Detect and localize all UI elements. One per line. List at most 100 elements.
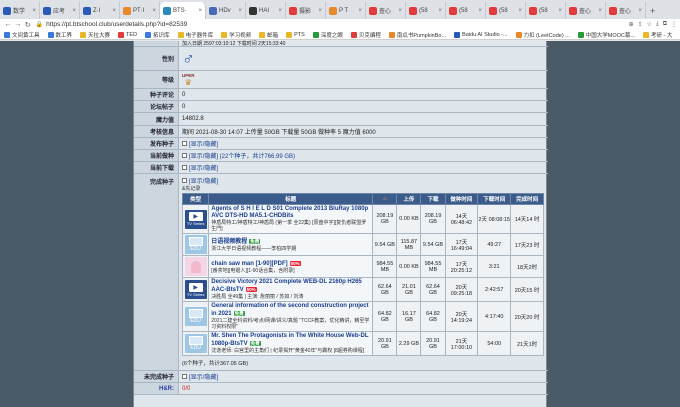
star-icon[interactable]: ☆ [647, 21, 652, 28]
column-header[interactable]: 下载时间 [477, 193, 512, 205]
tab-close-icon[interactable]: × [478, 8, 482, 14]
column-header[interactable]: 完成时间 [510, 193, 544, 205]
tab-label: HDv [219, 7, 231, 14]
bookmark-item[interactable]: 南瓜书PumpkinBo... [385, 31, 450, 39]
browser-tab[interactable]: PT·I × [120, 2, 160, 19]
unfinished-toggle-checkbox[interactable] [182, 374, 187, 379]
column-header[interactable]: ⌂ [372, 193, 398, 205]
torrent-title-link[interactable]: 日语视频教程 [211, 239, 247, 245]
extensions-icon[interactable]: ⧉ [663, 21, 667, 28]
anime-category-icon[interactable] [184, 257, 207, 276]
forward-icon[interactable]: → [13, 21, 23, 28]
bookmark-item[interactable]: 力扣 (LeetCode) ... [512, 31, 574, 39]
bookmark-item[interactable]: 天拉大赛 [76, 31, 114, 39]
browser-tab[interactable]: (58 × [406, 2, 446, 19]
seeding-toggle-link[interactable]: [显示/隐藏] (22个种子，共计766.99 GB) [189, 151, 295, 160]
bookmark-item[interactable]: 拓识库 [141, 31, 174, 39]
comments-value: 0 [182, 91, 186, 98]
bookmark-item[interactable]: 邮箱 [255, 31, 282, 39]
reload-icon[interactable]: ↻ [23, 21, 33, 29]
browser-tab[interactable]: Z·I × [80, 2, 120, 19]
unfinished-toggle-link[interactable]: [显示/隐藏] [189, 372, 218, 381]
browser-tab[interactable]: P T × [326, 2, 366, 19]
browser-tab[interactable]: 数学 × [0, 2, 40, 19]
column-header[interactable]: 类型 [181, 193, 210, 205]
cell-seed: 20天 14:19:24 [444, 301, 479, 332]
browser-tab[interactable]: 查心 × [566, 2, 606, 19]
toolbar-icons: ⊕ ⇪ ☆ ⤓ ⧉ ⋮ [629, 21, 677, 28]
row-published: 发布种子 [显示/隐藏] [134, 138, 548, 150]
cell-dl: 49:27 [477, 233, 512, 256]
edu-category-icon[interactable]: EDU [184, 307, 207, 326]
bookmark-item[interactable]: PTS [282, 31, 309, 38]
tab-close-icon[interactable]: × [518, 8, 522, 14]
torrent-title-link[interactable]: chain saw man [1-90][PDF] [211, 261, 287, 267]
bookmark-item[interactable]: 中国大学MOOC慕... [574, 31, 639, 39]
tab-close-icon[interactable]: × [598, 8, 602, 14]
column-header[interactable]: 上传 [396, 193, 422, 205]
tab-close-icon[interactable]: × [238, 8, 242, 14]
bookmark-item[interactable]: 学习视频 [217, 31, 255, 39]
row-seeding: 当前做种 [显示/隐藏] (22个种子，共计766.99 GB) [134, 150, 548, 162]
back-icon[interactable]: ← [3, 21, 13, 28]
tab-close-icon[interactable]: × [558, 8, 562, 14]
edu-category-icon[interactable]: EDU [184, 334, 207, 353]
column-header[interactable]: 下载 [420, 193, 446, 205]
completed-toggle-checkbox[interactable] [182, 178, 187, 183]
seeding-toggle-checkbox[interactable] [182, 153, 187, 158]
tv-series-category-icon[interactable]: ▶ TV Series [184, 280, 207, 299]
bookmark-item[interactable]: 数工界 [44, 31, 77, 39]
bookmark-item[interactable]: 考研 - 大 [639, 31, 676, 39]
tab-close-icon[interactable]: × [112, 8, 116, 14]
tab-close-icon[interactable]: × [638, 8, 642, 14]
tab-close-icon[interactable]: × [152, 8, 156, 14]
tab-close-icon[interactable]: × [358, 8, 362, 14]
bookmark-label: PTS [294, 31, 305, 38]
share-icon[interactable]: ⇪ [638, 21, 643, 28]
tab-close-icon[interactable]: × [72, 8, 76, 14]
browser-tab[interactable]: (58 × [526, 2, 566, 19]
menu-icon[interactable]: ⋮ [671, 21, 677, 28]
browser-tab[interactable]: HDv × [206, 2, 246, 19]
address-bar[interactable]: 🔒 https://pt.btschool.club/userdetails.p… [36, 20, 629, 29]
published-toggle-checkbox[interactable] [182, 141, 187, 146]
bookmark-label: 文间黄工具 [12, 32, 40, 39]
browser-tab[interactable]: HAI × [246, 2, 286, 19]
bookmark-item[interactable]: 深度之眼 [309, 31, 347, 39]
published-toggle-link[interactable]: [显示/隐藏] [189, 139, 218, 148]
tab-favicon-icon [43, 6, 51, 15]
tab-close-icon[interactable]: × [398, 8, 402, 14]
bookmark-item[interactable]: 电子器件库 [174, 31, 218, 39]
tab-close-icon[interactable]: × [438, 8, 442, 14]
tab-close-icon[interactable]: × [278, 8, 282, 14]
torrent-title-link[interactable]: Decisive Victory 2021 Complete WEB-DL 21… [211, 279, 362, 293]
bookmark-item[interactable]: 贝克编程 [347, 31, 385, 39]
browser-tab[interactable]: BTS· × [160, 2, 206, 19]
browser-tab[interactable]: 查心 × [366, 2, 406, 19]
browser-tab[interactable]: 应考 × [40, 2, 80, 19]
tv-series-category-icon[interactable]: ▶ TV Series [184, 209, 207, 229]
zoom-icon[interactable]: ⊕ [629, 21, 634, 28]
browser-tab[interactable]: (58 × [446, 2, 486, 19]
tab-close-icon[interactable]: × [198, 8, 202, 14]
tab-close-icon[interactable]: × [318, 8, 322, 14]
edu-category-icon[interactable]: EDU [184, 235, 207, 254]
completed-toggle-link[interactable]: [显示/隐藏] [189, 176, 218, 185]
published-value: [显示/隐藏] [179, 138, 548, 149]
download-icon[interactable]: ⤓ [656, 21, 659, 28]
new-tab-button[interactable]: + [646, 2, 659, 19]
torrent-title-link[interactable]: Agents of S H I E L D S01 Complete 2013 … [211, 206, 368, 219]
url-text: https://pt.btschool.club/userdetails.php… [46, 21, 188, 28]
bookmark-item[interactable]: TED [114, 31, 141, 38]
browser-tab[interactable]: 查心 × [606, 2, 646, 19]
browser-tab[interactable]: (58 × [486, 2, 526, 19]
downloading-toggle-link[interactable]: [显示/隐藏] [189, 163, 218, 172]
torrent-title-link[interactable]: Mr. Shen The Protagonists in The White H… [211, 333, 368, 347]
bookmark-item[interactable]: 文间黄工具 [0, 31, 44, 39]
column-header[interactable]: 做种时间 [444, 193, 479, 205]
tab-close-icon[interactable]: × [32, 8, 36, 14]
column-header[interactable]: 标题 [208, 193, 374, 205]
browser-tab[interactable]: 摄影 × [286, 2, 326, 19]
bookmark-item[interactable]: Baidu AI Studio -... [450, 31, 512, 38]
downloading-toggle-checkbox[interactable] [182, 165, 187, 170]
